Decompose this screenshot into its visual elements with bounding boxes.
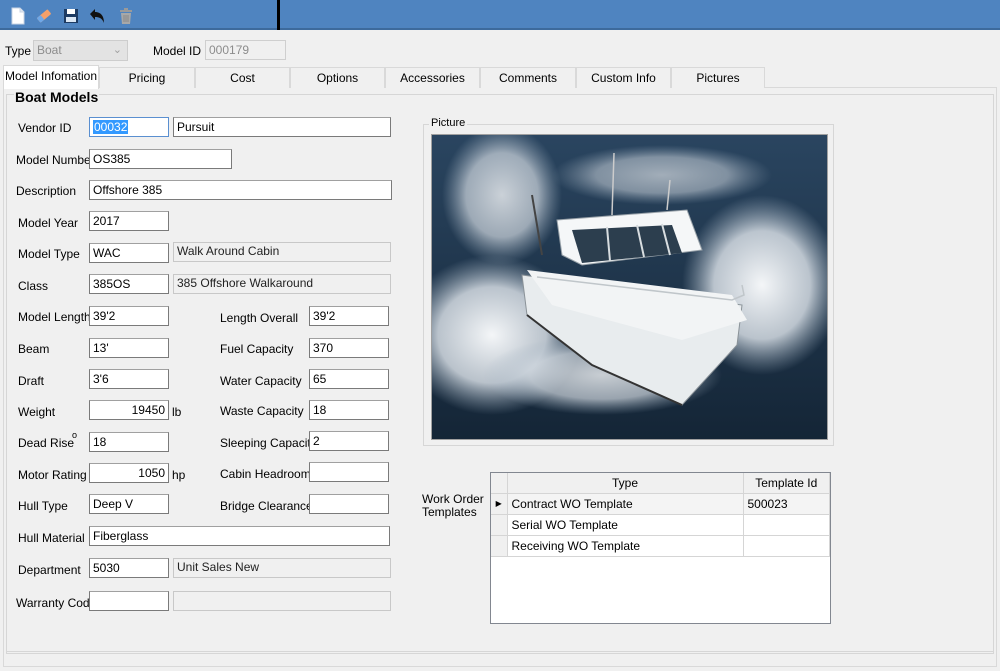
cell-type[interactable]: Receiving WO Template (507, 535, 744, 557)
tab-comments[interactable]: Comments (480, 67, 576, 88)
table-row[interactable]: Serial WO Template (491, 514, 830, 536)
table-row[interactable]: Receiving WO Template (491, 535, 830, 557)
cell-template-id[interactable]: 500023 (743, 493, 830, 515)
model-length-field[interactable]: 39'2 (89, 306, 169, 326)
work-order-templates-label: Work Order Templates (422, 492, 484, 519)
cabin-headroom-field[interactable] (309, 462, 389, 482)
bridge-clearance-field[interactable] (309, 494, 389, 514)
vendor-id-label: Vendor ID (18, 121, 72, 135)
sleeping-capacity-label: Sleeping Capacity (220, 436, 317, 450)
waste-capacity-field[interactable]: 18 (309, 400, 389, 420)
hull-type-field[interactable]: Deep V (89, 494, 169, 514)
hull-material-label: Hull Material (18, 531, 85, 545)
department-field[interactable]: 5030 (89, 558, 169, 578)
hull-type-label: Hull Type (18, 499, 68, 513)
toolbar-splitter[interactable] (277, 0, 280, 30)
undo-icon[interactable] (88, 7, 106, 25)
tab-cost[interactable]: Cost (195, 67, 290, 88)
row-header (491, 535, 508, 557)
water-capacity-label: Water Capacity (220, 374, 302, 388)
department-label: Department (18, 563, 81, 577)
description-field[interactable]: Offshore 385 (89, 180, 392, 200)
model-length-label: Model Length (18, 310, 91, 324)
warranty-code-label: Warranty Code (16, 596, 97, 610)
water-capacity-field[interactable]: 65 (309, 369, 389, 389)
save-icon[interactable] (62, 7, 80, 25)
hull-material-field[interactable]: Fiberglass (89, 526, 390, 546)
table-row[interactable]: ▶ Contract WO Template 500023 (491, 493, 830, 515)
motor-rating-label: Motor Rating (18, 468, 87, 482)
degree-symbol: o (72, 430, 78, 440)
boat-image (432, 135, 827, 439)
tab-accessories[interactable]: Accessories (385, 67, 480, 88)
tab-model-information[interactable]: Model Infomation (3, 65, 99, 89)
vendor-name-field[interactable]: Pursuit (173, 117, 391, 137)
tab-options[interactable]: Options (290, 67, 385, 88)
model-type-description: Walk Around Cabin (173, 242, 391, 262)
column-header-type[interactable]: Type (507, 473, 744, 494)
current-row-indicator-icon: ▶ (491, 493, 508, 515)
type-combobox[interactable]: Boat ⌄ (33, 40, 128, 61)
section-title: Boat Models (14, 89, 100, 105)
sleeping-capacity-field[interactable]: 2 (309, 431, 389, 451)
motor-rating-field[interactable]: 1050 (89, 463, 169, 483)
model-type-label: Model Type (18, 247, 80, 261)
weight-label: Weight (18, 405, 56, 419)
weight-field[interactable]: 19450 (89, 400, 169, 420)
type-label: Type (5, 44, 32, 58)
weight-unit: lb (172, 405, 182, 419)
grid-header-row: Type Template Id (491, 473, 830, 494)
waste-capacity-label: Waste Capacity (220, 404, 304, 418)
cell-type[interactable]: Contract WO Template (507, 493, 744, 515)
department-description: Unit Sales New (173, 558, 391, 578)
warranty-code-field[interactable] (89, 591, 169, 611)
column-header-template-id[interactable]: Template Id (743, 473, 830, 494)
motor-rating-unit: hp (172, 468, 186, 482)
cell-template-id[interactable] (743, 535, 830, 557)
model-id-field[interactable]: 000179 (205, 40, 286, 60)
model-year-label: Model Year (18, 216, 79, 230)
model-year-field[interactable]: 2017 (89, 211, 169, 231)
chevron-down-icon: ⌄ (112, 44, 122, 56)
picture-label: Picture (429, 117, 468, 129)
divider (6, 651, 994, 652)
warranty-code-description (173, 591, 391, 611)
class-field[interactable]: 385OS (89, 274, 169, 294)
tab-custom-info[interactable]: Custom Info (576, 67, 671, 88)
toolbar (0, 0, 1000, 30)
vendor-id-field[interactable]: 00032 (89, 117, 169, 137)
trash-icon[interactable] (117, 7, 135, 25)
description-label: Description (16, 184, 77, 198)
model-id-label: Model ID (153, 44, 202, 58)
tab-pricing[interactable]: Pricing (99, 67, 195, 88)
draft-label: Draft (18, 374, 45, 388)
eraser-icon[interactable] (35, 7, 53, 25)
tab-pictures[interactable]: Pictures (671, 67, 765, 88)
fuel-capacity-field[interactable]: 370 (309, 338, 389, 358)
model-type-field[interactable]: WAC (89, 243, 169, 263)
class-description: 385 Offshore Walkaround (173, 274, 391, 294)
boat-picture[interactable] (431, 134, 828, 440)
row-header-corner (491, 473, 508, 494)
length-overall-label: Length Overall (220, 311, 299, 325)
work-order-templates-grid[interactable]: Type Template Id ▶ Contract WO Template … (490, 472, 831, 624)
fuel-capacity-label: Fuel Capacity (220, 342, 294, 356)
length-overall-field[interactable]: 39'2 (309, 306, 389, 326)
cell-template-id[interactable] (743, 514, 830, 536)
model-number-label: Model Number (16, 153, 95, 167)
class-label: Class (18, 279, 49, 293)
beam-label: Beam (18, 342, 50, 356)
bridge-clearance-label: Bridge Clearance (220, 499, 313, 513)
vendor-id-value: 00032 (93, 120, 129, 134)
type-value: Boat (37, 43, 62, 57)
cell-type[interactable]: Serial WO Template (507, 514, 744, 536)
dead-rise-field[interactable]: 18 (89, 432, 169, 452)
row-header (491, 514, 508, 536)
beam-field[interactable]: 13' (89, 338, 169, 358)
draft-field[interactable]: 3'6 (89, 369, 169, 389)
new-icon[interactable] (9, 7, 27, 25)
model-number-field[interactable]: OS385 (89, 149, 232, 169)
dead-rise-label: Dead Rise (18, 436, 75, 450)
cabin-headroom-label: Cabin Headroom (220, 467, 311, 481)
